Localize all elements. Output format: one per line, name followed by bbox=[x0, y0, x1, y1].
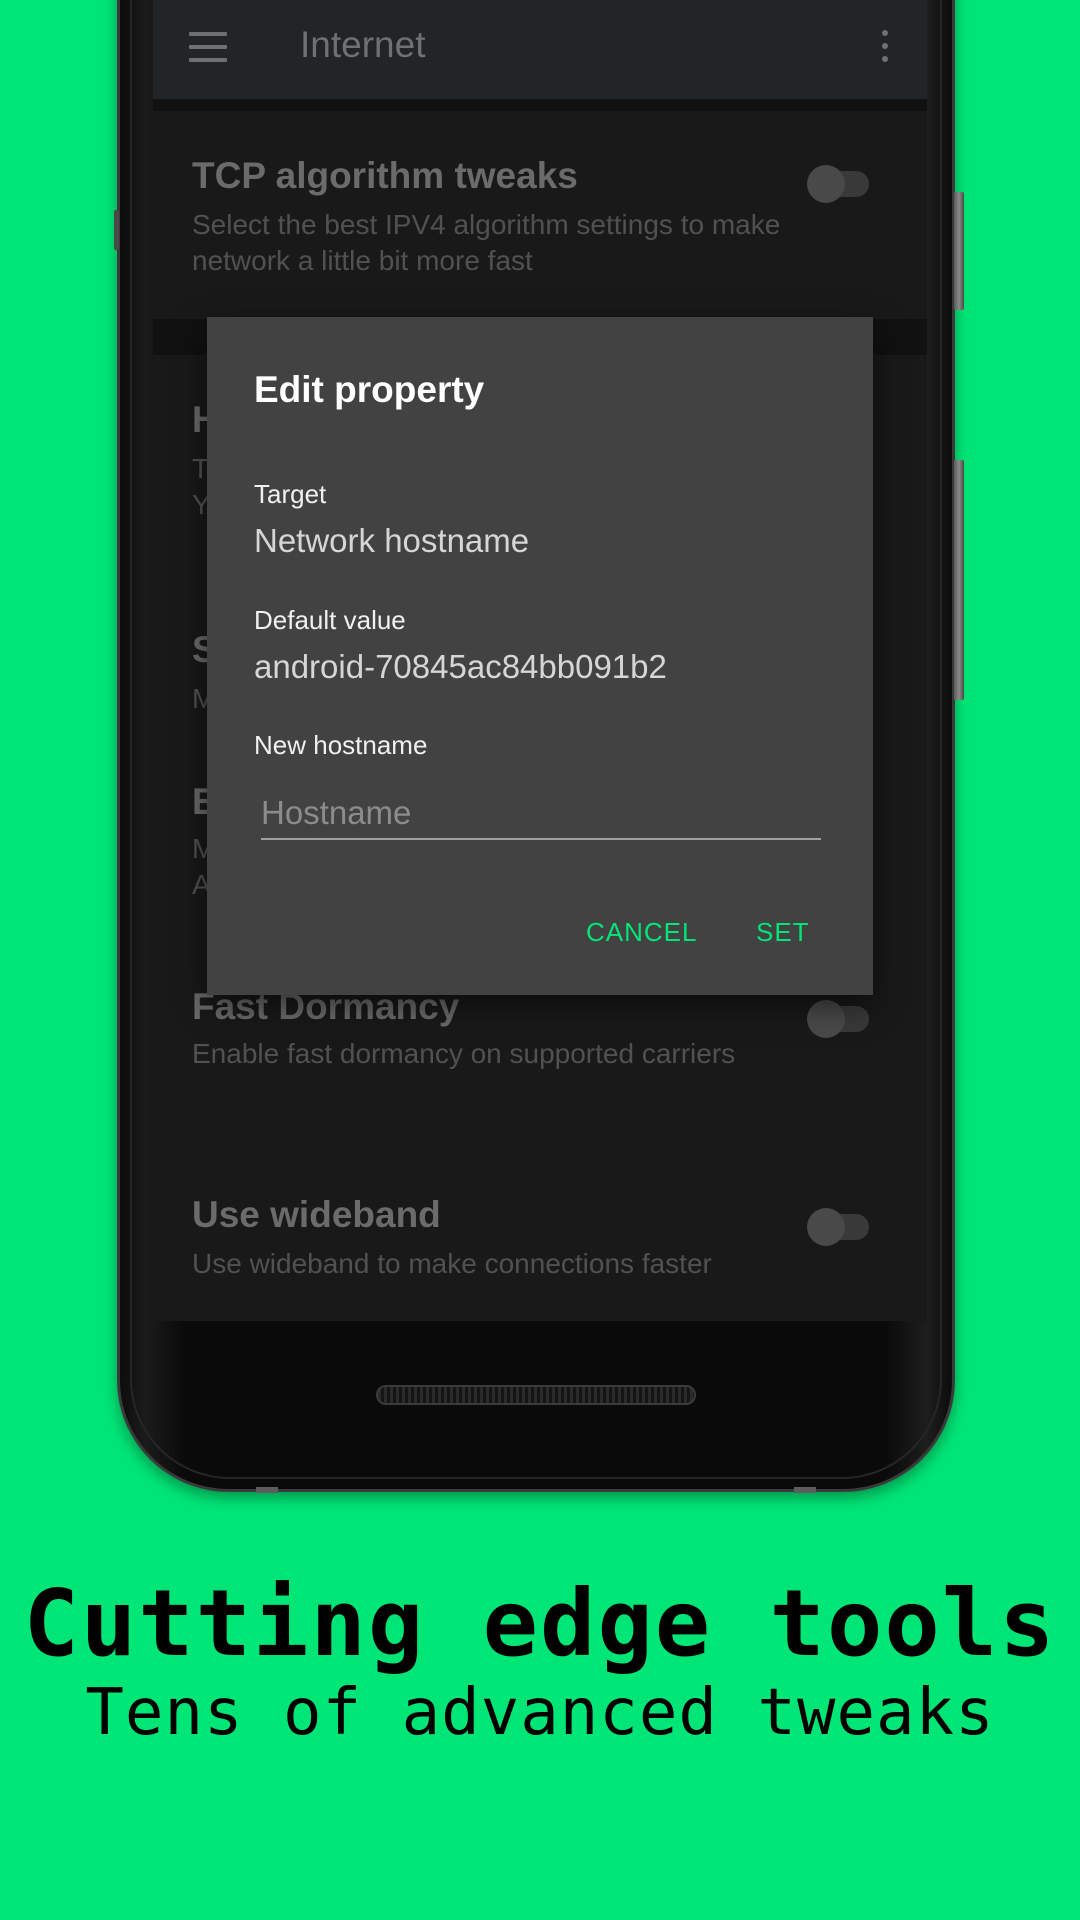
setting-description: Enable fast dormancy on supported carrie… bbox=[192, 1038, 736, 1069]
divider bbox=[153, 99, 927, 111]
cancel-button[interactable]: CANCEL bbox=[586, 917, 697, 948]
edit-property-dialog: Edit property Target Network hostname De… bbox=[207, 317, 873, 995]
tcp-toggle[interactable] bbox=[807, 165, 869, 203]
antenna-line bbox=[256, 1487, 278, 1493]
target-value: Network hostname bbox=[254, 522, 530, 559]
setting-title: Use wideband bbox=[192, 1194, 441, 1235]
setting-title: TCP algorithm tweaks bbox=[192, 155, 578, 196]
phone-side-button bbox=[114, 210, 119, 250]
speaker-grille bbox=[376, 1385, 696, 1405]
volume-button bbox=[954, 460, 964, 700]
dialog-title: Edit property bbox=[254, 369, 485, 410]
antenna-line bbox=[794, 1487, 816, 1493]
setting-description: Use wideband to make connections faster bbox=[192, 1248, 712, 1279]
new-hostname-label: New hostname bbox=[254, 730, 428, 760]
fast-dormancy-toggle[interactable] bbox=[807, 1000, 869, 1038]
caption-title: Cutting edge tools bbox=[23, 1570, 1057, 1677]
setting-description: Select the best IPV4 algorithm settings … bbox=[192, 209, 781, 276]
default-value-label: Default value bbox=[254, 605, 406, 635]
default-value: android-70845ac84bb091b2 bbox=[254, 648, 667, 685]
app-bar: Internet bbox=[153, 0, 927, 99]
more-vert-icon[interactable] bbox=[881, 30, 889, 62]
caption-subtitle: Tens of advanced tweaks bbox=[85, 1676, 995, 1750]
hostname-input-field[interactable] bbox=[261, 782, 821, 840]
setting-use-wideband[interactable]: Use wideband Use wideband to make connec… bbox=[153, 1170, 927, 1321]
set-button[interactable]: SET bbox=[756, 917, 810, 948]
menu-icon[interactable] bbox=[189, 32, 227, 62]
app-bar-title: Internet bbox=[300, 24, 426, 65]
setting-tcp-algorithm[interactable]: TCP algorithm tweaks Select the best IPV… bbox=[153, 111, 927, 319]
power-button bbox=[954, 192, 964, 310]
hostname-input[interactable] bbox=[261, 782, 821, 838]
target-label: Target bbox=[254, 479, 327, 509]
wideband-toggle[interactable] bbox=[807, 1208, 869, 1246]
